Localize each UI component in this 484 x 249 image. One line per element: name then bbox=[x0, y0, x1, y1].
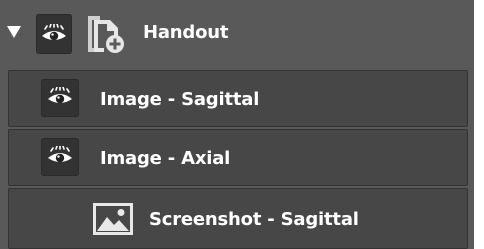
layer-tree-panel: Handout Image - Sagittal Image - Axial S… bbox=[0, 0, 474, 249]
handout-add-icon bbox=[88, 16, 124, 53]
eye-icon bbox=[48, 146, 72, 163]
handout-group-header[interactable]: Handout bbox=[0, 0, 474, 68]
eye-icon bbox=[42, 24, 66, 41]
item-label: Image - Sagittal bbox=[100, 89, 260, 110]
image-icon bbox=[93, 203, 133, 235]
image-sagittal-visibility-toggle[interactable] bbox=[41, 79, 79, 117]
expand-caret-icon[interactable] bbox=[7, 26, 21, 38]
image-axial-visibility-toggle[interactable] bbox=[41, 138, 79, 176]
eye-icon bbox=[48, 87, 72, 104]
item-label: Image - Axial bbox=[100, 148, 231, 169]
layer-item-image-axial[interactable]: Image - Axial bbox=[8, 129, 468, 186]
layer-item-image-sagittal[interactable]: Image - Sagittal bbox=[8, 70, 468, 127]
layer-item-screenshot-sagittal[interactable]: Screenshot - Sagittal bbox=[8, 188, 468, 249]
item-label: Screenshot - Sagittal bbox=[149, 209, 359, 230]
handout-visibility-toggle[interactable] bbox=[36, 14, 72, 54]
group-label: Handout bbox=[143, 22, 229, 43]
